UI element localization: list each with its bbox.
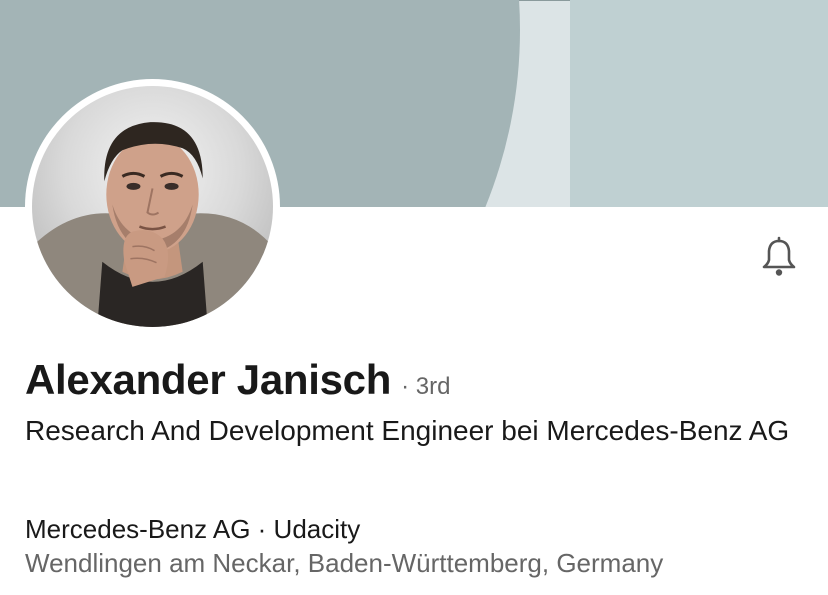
bell-icon[interactable] [756, 234, 802, 280]
connection-degree: · 3rd [401, 373, 451, 400]
profile-location: Wendlingen am Neckar, Baden-Württemberg,… [25, 548, 664, 578]
profile-name: Alexander Janisch [25, 356, 392, 403]
profile-companies[interactable]: Mercedes-Benz AG · Udacity [25, 512, 360, 546]
bell-icon-graphic [762, 236, 796, 276]
avatar-portrait-illustration [32, 122, 273, 327]
avatar-photo [32, 86, 273, 327]
cover-right-panel [570, 0, 828, 207]
profile-name-row: Alexander Janisch · 3rd [25, 356, 450, 404]
profile-headline: Research And Development Engineer bei Me… [25, 415, 790, 446]
profile-avatar[interactable] [25, 79, 280, 334]
